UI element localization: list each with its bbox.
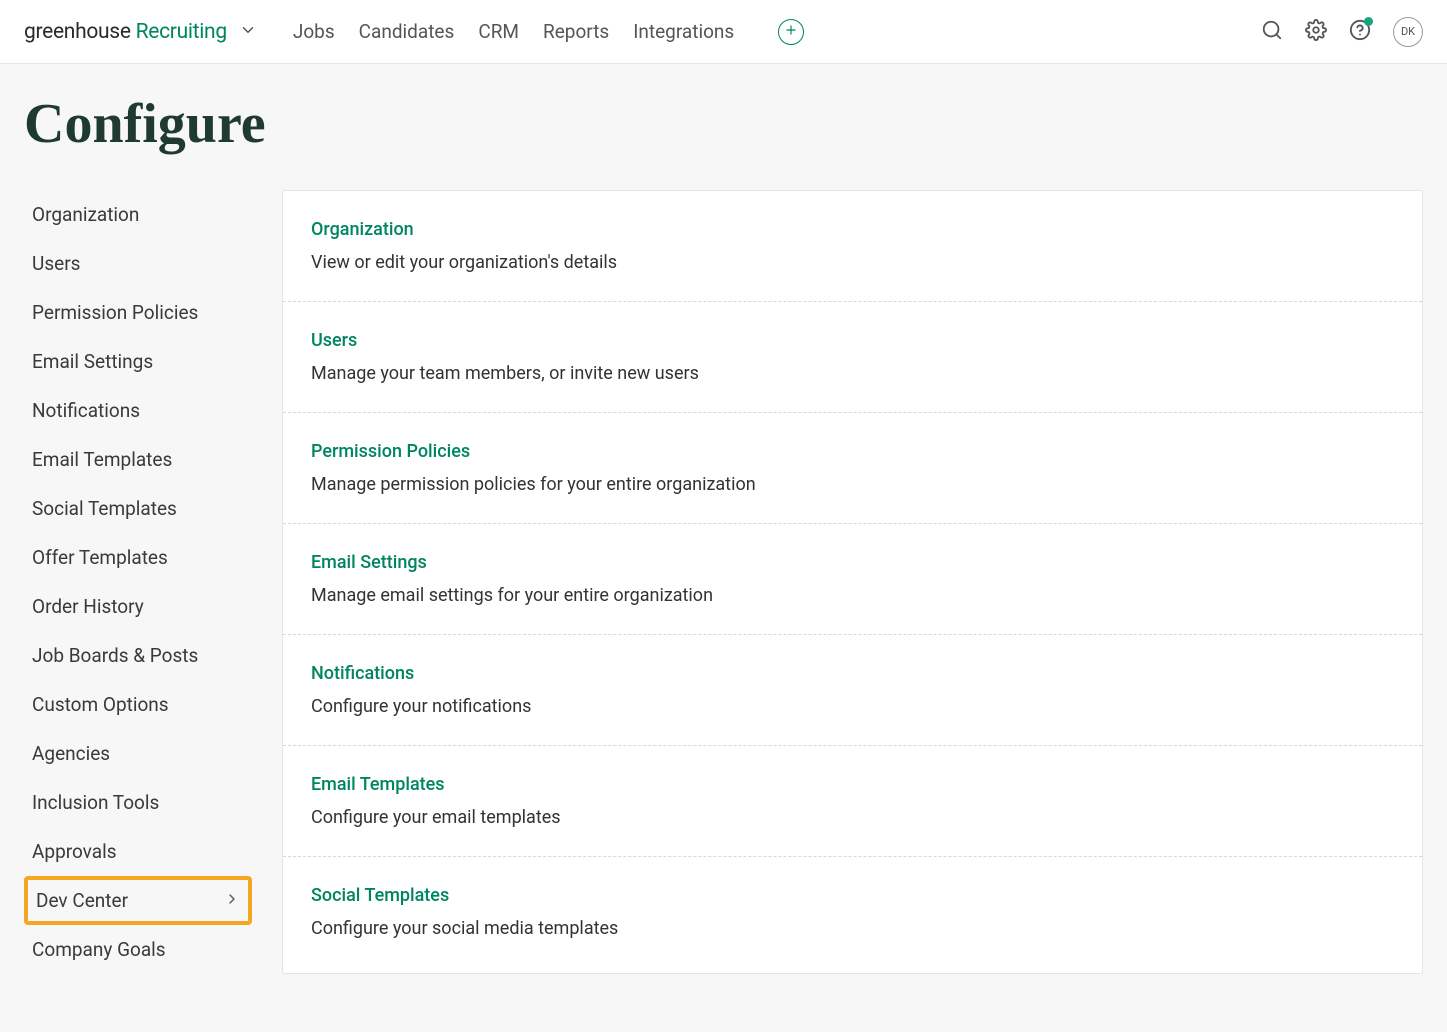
config-title[interactable]: Email Settings bbox=[311, 552, 1394, 573]
sidebar-item-label: Permission Policies bbox=[32, 301, 198, 324]
config-title[interactable]: Users bbox=[311, 330, 1394, 351]
sidebar-item-notifications[interactable]: Notifications bbox=[24, 386, 252, 435]
sidebar-item-social-templates[interactable]: Social Templates bbox=[24, 484, 252, 533]
nav-integrations[interactable]: Integrations bbox=[633, 20, 734, 43]
content-wrap: Organization Users Permission Policies Emai… bbox=[0, 168, 1447, 974]
sidebar-item-company-goals[interactable]: Company Goals bbox=[24, 925, 252, 974]
config-title[interactable]: Social Templates bbox=[311, 885, 1394, 906]
sidebar-item-email-templates[interactable]: Email Templates bbox=[24, 435, 252, 484]
nav-links: Jobs Candidates CRM Reports Integrations bbox=[293, 20, 734, 43]
config-desc: Configure your email templates bbox=[311, 807, 1394, 828]
sidebar-item-label: Email Templates bbox=[32, 448, 172, 471]
plus-icon bbox=[784, 22, 798, 41]
nav-crm[interactable]: CRM bbox=[478, 20, 519, 43]
config-item-notifications: Notifications Configure your notification… bbox=[283, 635, 1422, 746]
sidebar-item-permission-policies[interactable]: Permission Policies bbox=[24, 288, 252, 337]
config-item-permission-policies: Permission Policies Manage permission pol… bbox=[283, 413, 1422, 524]
sidebar-item-order-history[interactable]: Order History bbox=[24, 582, 252, 631]
config-item-users: Users Manage your team members, or invite… bbox=[283, 302, 1422, 413]
config-item-social-templates: Social Templates Configure your social me… bbox=[283, 857, 1422, 967]
config-desc: Manage email settings for your entire or… bbox=[311, 585, 1394, 606]
add-button[interactable] bbox=[778, 19, 804, 45]
sidebar-item-label: Email Settings bbox=[32, 350, 153, 373]
logo-part1: greenhouse bbox=[24, 20, 131, 44]
top-nav: greenhouse Recruiting Jobs Candidates CR… bbox=[0, 0, 1447, 64]
sidebar-item-label: Order History bbox=[32, 595, 144, 618]
sidebar-item-label: Approvals bbox=[32, 840, 117, 863]
sidebar-item-label: Social Templates bbox=[32, 497, 177, 520]
config-item-email-settings: Email Settings Manage email settings for … bbox=[283, 524, 1422, 635]
sidebar: Organization Users Permission Policies Emai… bbox=[24, 190, 252, 974]
logo-wrap[interactable]: greenhouse Recruiting bbox=[24, 20, 257, 44]
sidebar-item-label: Inclusion Tools bbox=[32, 791, 159, 814]
config-item-email-templates: Email Templates Configure your email temp… bbox=[283, 746, 1422, 857]
notification-dot bbox=[1364, 17, 1373, 26]
sidebar-item-users[interactable]: Users bbox=[24, 239, 252, 288]
logo: greenhouse Recruiting bbox=[24, 20, 227, 44]
sidebar-item-label: Notifications bbox=[32, 399, 140, 422]
search-icon bbox=[1261, 19, 1283, 45]
sidebar-item-agencies[interactable]: Agencies bbox=[24, 729, 252, 778]
config-title[interactable]: Organization bbox=[311, 219, 1394, 240]
top-right: DK bbox=[1261, 17, 1423, 47]
sidebar-item-inclusion-tools[interactable]: Inclusion Tools bbox=[24, 778, 252, 827]
settings-button[interactable] bbox=[1305, 19, 1327, 45]
sidebar-item-label: Organization bbox=[32, 203, 139, 226]
sidebar-item-email-settings[interactable]: Email Settings bbox=[24, 337, 252, 386]
nav-reports[interactable]: Reports bbox=[543, 20, 609, 43]
sidebar-item-label: Dev Center bbox=[36, 889, 128, 912]
avatar[interactable]: DK bbox=[1393, 17, 1423, 47]
sidebar-item-label: Users bbox=[32, 252, 80, 275]
config-desc: Manage permission policies for your enti… bbox=[311, 474, 1394, 495]
nav-jobs[interactable]: Jobs bbox=[293, 20, 335, 43]
config-desc: View or edit your organization's details bbox=[311, 252, 1394, 273]
sidebar-item-custom-options[interactable]: Custom Options bbox=[24, 680, 252, 729]
config-item-organization: Organization View or edit your organizati… bbox=[283, 191, 1422, 302]
sidebar-item-label: Job Boards & Posts bbox=[32, 644, 198, 667]
chevron-right-icon bbox=[224, 889, 240, 912]
nav-candidates[interactable]: Candidates bbox=[359, 20, 455, 43]
config-title[interactable]: Email Templates bbox=[311, 774, 1394, 795]
sidebar-item-offer-templates[interactable]: Offer Templates bbox=[24, 533, 252, 582]
chevron-down-icon[interactable] bbox=[239, 21, 257, 43]
gear-icon bbox=[1305, 19, 1327, 45]
help-button[interactable] bbox=[1349, 19, 1371, 45]
sidebar-item-organization[interactable]: Organization bbox=[24, 190, 252, 239]
main-panel: Organization View or edit your organizati… bbox=[282, 190, 1423, 974]
sidebar-item-dev-center[interactable]: Dev Center bbox=[24, 876, 252, 925]
sidebar-item-label: Company Goals bbox=[32, 938, 166, 961]
sidebar-item-job-boards-posts[interactable]: Job Boards & Posts bbox=[24, 631, 252, 680]
search-button[interactable] bbox=[1261, 19, 1283, 45]
sidebar-item-label: Custom Options bbox=[32, 693, 169, 716]
sidebar-item-label: Offer Templates bbox=[32, 546, 168, 569]
config-desc: Configure your social media templates bbox=[311, 918, 1394, 939]
logo-part2: Recruiting bbox=[131, 20, 227, 44]
config-title[interactable]: Notifications bbox=[311, 663, 1394, 684]
page-title: Configure bbox=[0, 64, 1447, 168]
config-title[interactable]: Permission Policies bbox=[311, 441, 1394, 462]
config-desc: Manage your team members, or invite new … bbox=[311, 363, 1394, 384]
sidebar-item-label: Agencies bbox=[32, 742, 110, 765]
sidebar-item-approvals[interactable]: Approvals bbox=[24, 827, 252, 876]
config-desc: Configure your notifications bbox=[311, 696, 1394, 717]
